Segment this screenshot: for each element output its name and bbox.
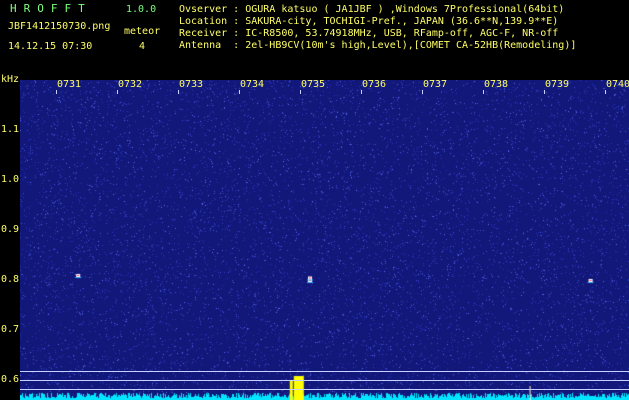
meteor-count: 4	[139, 41, 146, 52]
app-title: HROFFT	[10, 2, 92, 15]
spectrogram-plot	[20, 80, 629, 400]
header-panel: HROFFT 1.0.0 JBF1412150730.png meteor 14…	[0, 0, 629, 76]
y-tick-label: 0.6	[1, 374, 20, 385]
y-tick-label: 0.8	[1, 274, 20, 285]
y-tick-label: 0.9	[1, 224, 20, 235]
y-tick-label: 1.0	[1, 174, 20, 185]
y-tick-label: 1.1	[1, 124, 20, 135]
y-tick-label: 0.7	[1, 324, 20, 335]
app-version: 1.0.0	[126, 4, 157, 15]
location-line: Location : SAKURA-city, TOCHIGI-Pref., J…	[179, 16, 559, 27]
meteor-label: meteor	[124, 26, 161, 37]
datetime-label: 14.12.15 07:30	[8, 41, 93, 52]
spectrogram-canvas	[20, 80, 629, 400]
file-name: JBF1412150730.png	[8, 21, 111, 32]
antenna-line: Antenna : 2el-HB9CV(10m's high,Level),[C…	[179, 40, 577, 51]
observer-line: Ovserver : OGURA katsuo ( JA1JBF ) ,Wind…	[179, 4, 565, 15]
y-axis-unit: kHz	[1, 74, 20, 85]
receiver-line: Receiver : IC-R8500, 53.74918MHz, USB, R…	[179, 28, 559, 39]
